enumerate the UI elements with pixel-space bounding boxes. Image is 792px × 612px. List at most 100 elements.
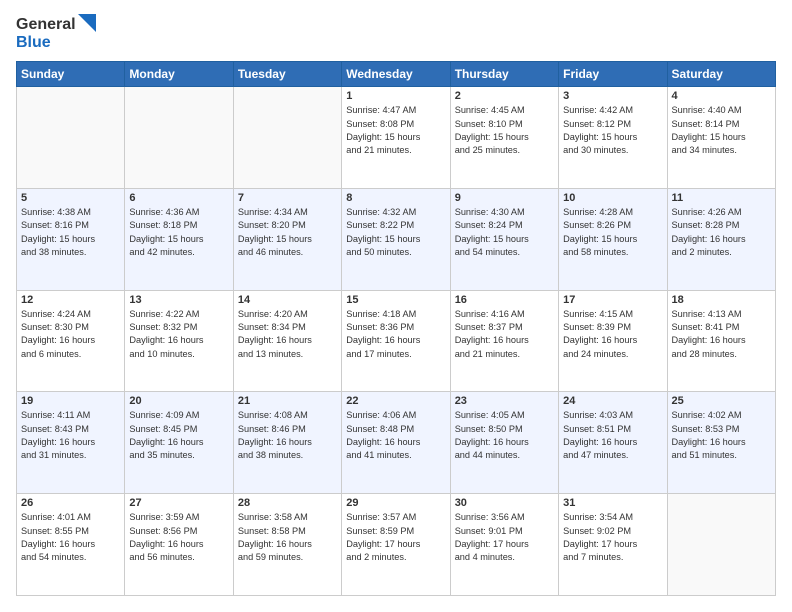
calendar-cell: 22Sunrise: 4:06 AM Sunset: 8:48 PM Dayli… [342,392,450,494]
logo-blue: Blue [16,34,51,52]
header: General Blue [16,16,776,51]
day-info: Sunrise: 4:02 AM Sunset: 8:53 PM Dayligh… [672,409,771,462]
calendar-cell: 1 Sunrise: 4:47 AM Sunset: 8:08 PM Daylig… [342,87,450,189]
logo: General Blue [16,16,96,51]
calendar-cell: 28 Sunrise: 3:58 AM Sunset: 8:58 PM Dayli… [233,494,341,596]
day-number: 10 [563,192,662,204]
day-number: 5 [21,192,120,204]
col-header-friday: Friday [559,62,667,87]
day-info: Sunrise: 3:57 AM Sunset: 8:59 PM Dayligh… [346,511,445,564]
day-info: Sunrise: 4:05 AM Sunset: 8:50 PM Dayligh… [455,409,554,462]
day-number: 19 [21,395,120,407]
calendar-cell: 10 Sunrise: 4:28 AM Sunset: 8:26 PM Dayli… [559,188,667,290]
day-number: 24 [563,395,662,407]
day-info: Sunrise: 4:38 AM Sunset: 8:16 PM Dayligh… [21,206,120,259]
day-info: Sunrise: 3:56 AM Sunset: 9:01 PM Dayligh… [455,511,554,564]
day-info: Sunrise: 3:58 AM Sunset: 8:58 PM Dayligh… [238,511,337,564]
calendar-cell: 25 Sunrise: 4:02 AM Sunset: 8:53 PM Dayli… [667,392,775,494]
calendar-cell [233,87,341,189]
day-number: 28 [238,497,337,509]
calendar-cell: 13 Sunrise: 4:22 AM Sunset: 8:32 PM Dayli… [125,290,233,392]
week-row-5: 26Sunrise: 4:01 AM Sunset: 8:55 PM Dayli… [17,494,776,596]
calendar-cell: 18 Sunrise: 4:13 AM Sunset: 8:41 PM Dayli… [667,290,775,392]
day-info: Sunrise: 4:45 AM Sunset: 8:10 PM Dayligh… [455,104,554,157]
calendar-table: SundayMondayTuesdayWednesdayThursdayFrid… [16,61,776,596]
calendar-cell: 2 Sunrise: 4:45 AM Sunset: 8:10 PM Daylig… [450,87,558,189]
day-number: 14 [238,294,337,306]
calendar-cell: 23Sunrise: 4:05 AM Sunset: 8:50 PM Dayli… [450,392,558,494]
day-number: 31 [563,497,662,509]
day-number: 26 [21,497,120,509]
calendar-cell: 21 Sunrise: 4:08 AM Sunset: 8:46 PM Dayli… [233,392,341,494]
day-info: Sunrise: 4:24 AM Sunset: 8:30 PM Dayligh… [21,308,120,361]
day-number: 22 [346,395,445,407]
week-row-3: 12Sunrise: 4:24 AM Sunset: 8:30 PM Dayli… [17,290,776,392]
day-number: 17 [563,294,662,306]
day-number: 21 [238,395,337,407]
day-number: 29 [346,497,445,509]
calendar-cell: 9 Sunrise: 4:30 AM Sunset: 8:24 PM Daylig… [450,188,558,290]
calendar-cell [17,87,125,189]
calendar-cell: 5 Sunrise: 4:38 AM Sunset: 8:16 PM Daylig… [17,188,125,290]
day-info: Sunrise: 4:13 AM Sunset: 8:41 PM Dayligh… [672,308,771,361]
day-info: Sunrise: 4:20 AM Sunset: 8:34 PM Dayligh… [238,308,337,361]
day-number: 18 [672,294,771,306]
logo-general: General [16,16,76,34]
day-number: 13 [129,294,228,306]
calendar-cell: 20Sunrise: 4:09 AM Sunset: 8:45 PM Dayli… [125,392,233,494]
calendar-cell: 3 Sunrise: 4:42 AM Sunset: 8:12 PM Daylig… [559,87,667,189]
day-info: Sunrise: 3:54 AM Sunset: 9:02 PM Dayligh… [563,511,662,564]
day-number: 16 [455,294,554,306]
page: General Blue SundayMondayTuesdayWednesda… [0,0,792,612]
week-row-4: 19 Sunrise: 4:11 AM Sunset: 8:43 PM Dayli… [17,392,776,494]
calendar-cell: 12Sunrise: 4:24 AM Sunset: 8:30 PM Dayli… [17,290,125,392]
day-info: Sunrise: 4:36 AM Sunset: 8:18 PM Dayligh… [129,206,228,259]
day-number: 4 [672,90,771,102]
calendar-cell: 6 Sunrise: 4:36 AM Sunset: 8:18 PM Daylig… [125,188,233,290]
day-info: Sunrise: 4:40 AM Sunset: 8:14 PM Dayligh… [672,104,771,157]
day-info: Sunrise: 4:42 AM Sunset: 8:12 PM Dayligh… [563,104,662,157]
col-header-monday: Monday [125,62,233,87]
day-number: 11 [672,192,771,204]
col-header-tuesday: Tuesday [233,62,341,87]
calendar-cell: 7Sunrise: 4:34 AM Sunset: 8:20 PM Daylig… [233,188,341,290]
calendar-cell: 19 Sunrise: 4:11 AM Sunset: 8:43 PM Dayli… [17,392,125,494]
day-info: Sunrise: 4:30 AM Sunset: 8:24 PM Dayligh… [455,206,554,259]
day-info: Sunrise: 4:34 AM Sunset: 8:20 PM Dayligh… [238,206,337,259]
day-info: Sunrise: 4:22 AM Sunset: 8:32 PM Dayligh… [129,308,228,361]
calendar-cell: 26Sunrise: 4:01 AM Sunset: 8:55 PM Dayli… [17,494,125,596]
calendar-cell: 8Sunrise: 4:32 AM Sunset: 8:22 PM Daylig… [342,188,450,290]
day-info: Sunrise: 4:11 AM Sunset: 8:43 PM Dayligh… [21,409,120,462]
day-number: 6 [129,192,228,204]
week-row-2: 5 Sunrise: 4:38 AM Sunset: 8:16 PM Daylig… [17,188,776,290]
day-number: 2 [455,90,554,102]
day-info: Sunrise: 4:47 AM Sunset: 8:08 PM Dayligh… [346,104,445,157]
day-number: 9 [455,192,554,204]
day-info: Sunrise: 4:08 AM Sunset: 8:46 PM Dayligh… [238,409,337,462]
col-header-sunday: Sunday [17,62,125,87]
day-number: 1 [346,90,445,102]
calendar-cell: 4 Sunrise: 4:40 AM Sunset: 8:14 PM Daylig… [667,87,775,189]
calendar-cell: 17 Sunrise: 4:15 AM Sunset: 8:39 PM Dayli… [559,290,667,392]
day-info: Sunrise: 4:26 AM Sunset: 8:28 PM Dayligh… [672,206,771,259]
day-info: Sunrise: 4:18 AM Sunset: 8:36 PM Dayligh… [346,308,445,361]
day-number: 30 [455,497,554,509]
logo-arrow-icon [78,14,96,32]
day-number: 27 [129,497,228,509]
calendar-header-row: SundayMondayTuesdayWednesdayThursdayFrid… [17,62,776,87]
day-number: 20 [129,395,228,407]
day-number: 25 [672,395,771,407]
day-number: 8 [346,192,445,204]
day-number: 15 [346,294,445,306]
day-info: Sunrise: 4:16 AM Sunset: 8:37 PM Dayligh… [455,308,554,361]
day-info: Sunrise: 4:28 AM Sunset: 8:26 PM Dayligh… [563,206,662,259]
day-number: 3 [563,90,662,102]
week-row-1: 1 Sunrise: 4:47 AM Sunset: 8:08 PM Daylig… [17,87,776,189]
day-info: Sunrise: 4:15 AM Sunset: 8:39 PM Dayligh… [563,308,662,361]
calendar-cell: 15 Sunrise: 4:18 AM Sunset: 8:36 PM Dayli… [342,290,450,392]
calendar-cell: 11 Sunrise: 4:26 AM Sunset: 8:28 PM Dayli… [667,188,775,290]
calendar-cell: 31 Sunrise: 3:54 AM Sunset: 9:02 PM Dayli… [559,494,667,596]
calendar-cell [667,494,775,596]
day-info: Sunrise: 4:03 AM Sunset: 8:51 PM Dayligh… [563,409,662,462]
day-info: Sunrise: 3:59 AM Sunset: 8:56 PM Dayligh… [129,511,228,564]
